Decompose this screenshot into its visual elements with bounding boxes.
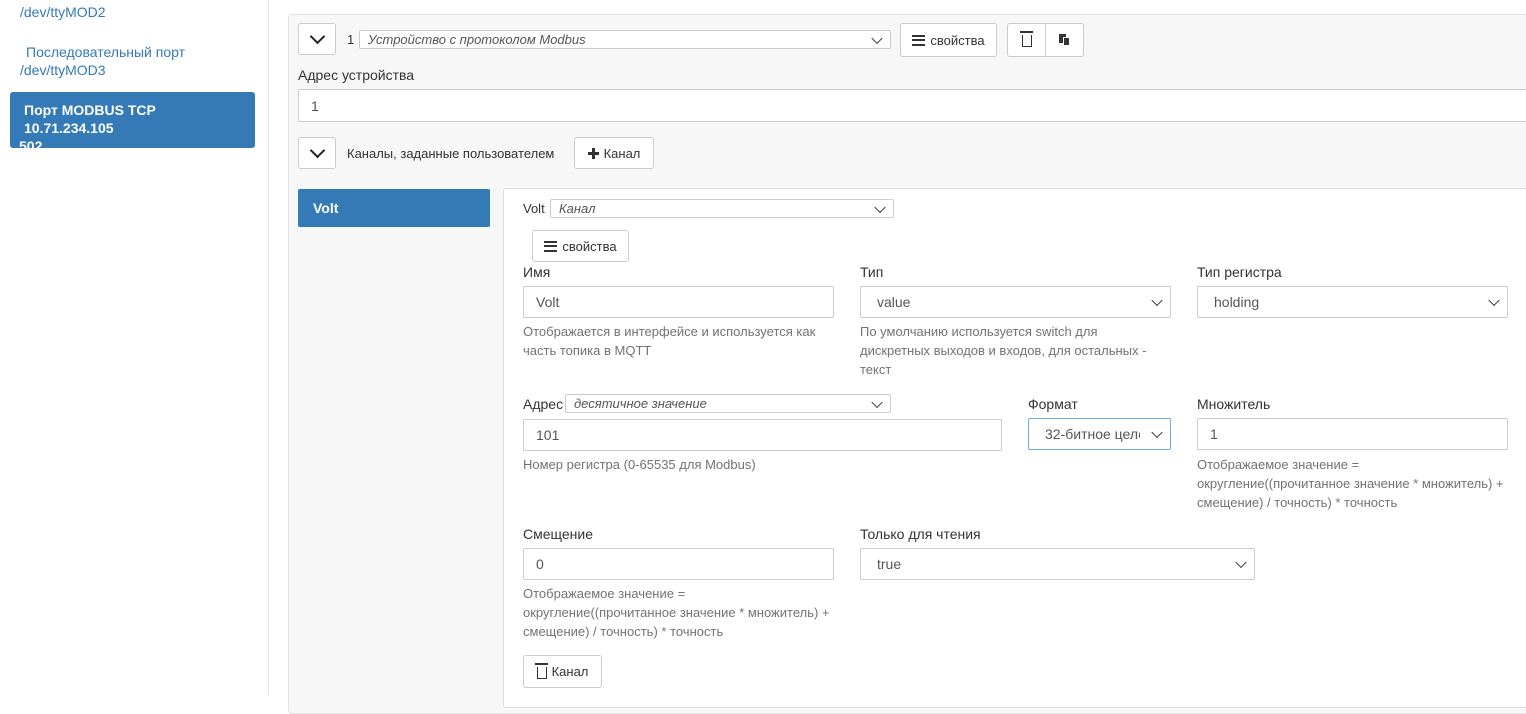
offset-help-line: Отображаемое значение = xyxy=(523,586,686,601)
readonly-select[interactable]: true xyxy=(860,548,1255,580)
trash-icon xyxy=(534,662,548,679)
collapse-channels-button[interactable] xyxy=(298,137,336,169)
channel-tab-label: Volt xyxy=(313,200,339,216)
register-type-label: Тип регистра xyxy=(1197,264,1282,280)
format-select[interactable]: 32-битное цело xyxy=(1028,418,1171,450)
chevron-down-icon xyxy=(1235,556,1247,569)
sidebar-item-ttymod2[interactable]: /dev/ttyMOD2 xyxy=(20,3,106,21)
sidebar-item-label: Порт MODBUS TCP 10.71.234.105 xyxy=(24,102,156,136)
type-help-line: текст xyxy=(860,362,892,377)
device-properties-button[interactable]: свойства xyxy=(900,23,997,57)
chevron-down-icon xyxy=(309,28,325,45)
offset-input[interactable]: 0 xyxy=(523,548,834,580)
device-type-select-value: Устройство с протоколом Modbus xyxy=(368,32,586,47)
scale-help-line: Отображаемое значение = xyxy=(1197,457,1360,472)
add-channel-label: Канал xyxy=(603,145,641,161)
device-type-select[interactable]: Устройство с протоколом Modbus xyxy=(359,30,891,49)
address-label: Адрес xyxy=(523,396,564,412)
address-input[interactable]: 101 xyxy=(523,419,1002,451)
register-type-value: holding xyxy=(1214,294,1260,310)
name-help-line: часть топика в MQTT xyxy=(523,343,652,358)
name-input[interactable]: Volt xyxy=(523,286,834,318)
readonly-label: Только для чтения xyxy=(860,526,981,542)
type-value: value xyxy=(877,294,911,310)
offset-label: Смещение xyxy=(523,526,594,542)
chevron-down-icon xyxy=(871,32,883,44)
offset-value: 0 xyxy=(536,556,544,572)
format-value: 32-битное цело xyxy=(1045,426,1140,442)
register-type-select[interactable]: holding xyxy=(1197,286,1508,318)
sidebar-item-ttymod3[interactable]: Последовательный порт /dev/ttyMOD3 xyxy=(20,43,185,79)
device-index: 1 xyxy=(347,32,355,47)
sidebar-item-modbus-tcp[interactable]: Порт MODBUS TCP 10.71.234.105 502 xyxy=(10,92,255,154)
copy-device-button[interactable] xyxy=(1045,23,1084,57)
type-select[interactable]: value xyxy=(860,286,1171,318)
delete-device-button[interactable] xyxy=(1007,23,1046,57)
chevron-down-icon xyxy=(1151,294,1163,307)
scale-value: 1 xyxy=(1210,426,1218,442)
chevron-down-icon xyxy=(871,396,883,408)
sidebar-item-label: /dev/ttyMOD2 xyxy=(20,4,106,20)
trash-icon xyxy=(1019,31,1033,47)
type-help-line: По умолчанию используется switch для xyxy=(860,324,1098,339)
type-help: По умолчанию используется switch для дис… xyxy=(860,322,1146,379)
channel-type-select[interactable]: Канал xyxy=(550,199,894,218)
device-address-label: Адрес устройства xyxy=(298,67,415,83)
channel-tab-volt[interactable]: Volt xyxy=(298,189,490,227)
channel-properties-label: свойства xyxy=(562,238,617,254)
delete-channel-button[interactable]: Канал xyxy=(523,655,602,688)
format-label: Формат xyxy=(1028,396,1078,412)
address-value: 101 xyxy=(536,427,560,443)
name-help: Отображается в интерфейсе и используется… xyxy=(523,322,815,360)
plus-icon xyxy=(587,147,599,159)
scale-label: Множитель xyxy=(1197,396,1271,412)
chevron-down-icon xyxy=(1488,294,1500,307)
copy-icon xyxy=(1059,34,1070,46)
device-address-input[interactable]: 1 xyxy=(298,89,1526,122)
name-label: Имя xyxy=(523,264,551,280)
chevron-down-icon xyxy=(874,201,886,213)
channels-label: Каналы, заданные пользователем xyxy=(347,146,555,161)
offset-help-line: смещение) / точность) * точность xyxy=(523,624,724,639)
list-icon xyxy=(544,240,558,252)
address-help: Номер регистра (0-65535 для Modbus) xyxy=(523,457,756,472)
channel-type-select-value: Канал xyxy=(559,201,596,216)
address-mode-value: десятичное значение xyxy=(574,396,707,411)
sidebar: /dev/ttyMOD2 Последовательный порт /dev/… xyxy=(0,0,269,695)
delete-channel-label: Канал xyxy=(551,664,589,679)
scale-help: Отображаемое значение = округление((проч… xyxy=(1197,455,1504,512)
sidebar-item-sublabel: 502 xyxy=(19,138,43,154)
chevron-down-icon xyxy=(1151,426,1163,439)
chevron-down-icon xyxy=(309,142,325,159)
device-address-value: 1 xyxy=(311,97,319,114)
collapse-device-button[interactable] xyxy=(298,23,336,55)
sidebar-item-label: Последовательный порт xyxy=(26,44,186,60)
type-label: Тип xyxy=(860,264,884,280)
offset-help-line: округление((прочитанное значение * множи… xyxy=(523,605,830,620)
address-mode-select[interactable]: десятичное значение xyxy=(565,394,891,413)
name-help-line: Отображается в интерфейсе и используется… xyxy=(523,324,816,339)
add-channel-button[interactable]: Канал xyxy=(574,137,654,169)
name-value: Volt xyxy=(536,294,560,310)
scale-help-line: округление((прочитанное значение * множи… xyxy=(1197,476,1504,491)
sidebar-item-sublabel: /dev/ttyMOD3 xyxy=(20,62,106,78)
device-properties-label: свойства xyxy=(930,32,985,48)
scale-help-line: смещение) / точность) * точность xyxy=(1197,495,1398,510)
list-icon xyxy=(912,34,926,46)
readonly-value: true xyxy=(877,556,902,572)
channel-header-name: Volt xyxy=(523,201,545,216)
type-help-line: дискретных выходов и входов, для остальн… xyxy=(860,343,1147,358)
offset-help: Отображаемое значение = округление((проч… xyxy=(523,584,830,641)
scale-input[interactable]: 1 xyxy=(1197,418,1508,450)
channel-properties-button[interactable]: свойства xyxy=(532,230,629,262)
